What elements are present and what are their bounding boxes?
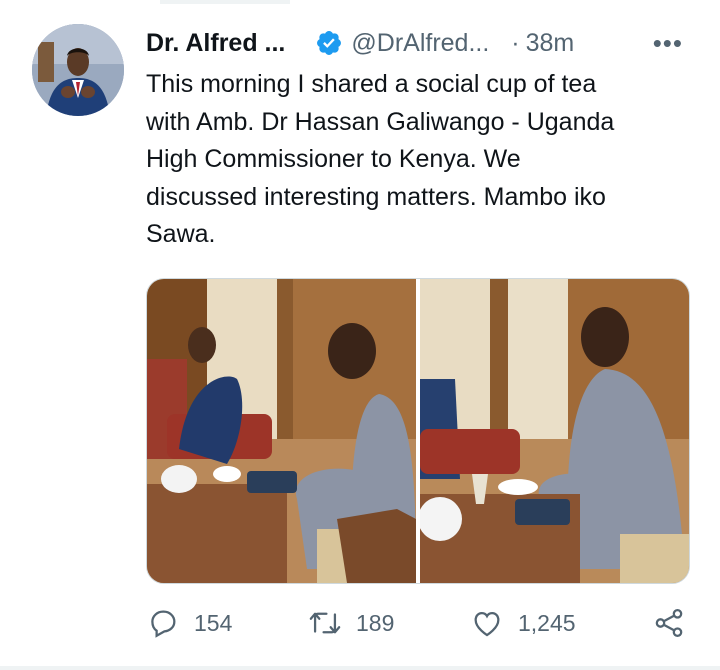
tweet-header: Dr. Alfred ... @DrAlfred... · 38m ••• [146, 24, 691, 62]
photo-right[interactable] [420, 279, 689, 583]
verified-badge-icon [317, 31, 342, 55]
avatar[interactable] [32, 24, 124, 116]
heart-icon [474, 611, 500, 637]
retweet-count: 189 [356, 609, 395, 636]
like-button[interactable]: 1,245 [470, 606, 576, 640]
bottom-divider [0, 666, 720, 670]
action-bar: 154 189 1,245 [146, 606, 691, 646]
reply-icon [151, 610, 176, 638]
like-count: 1,245 [518, 609, 576, 636]
tweet-text: This morning I shared a social cup of te… [146, 70, 615, 248]
more-options-icon[interactable]: ••• [653, 28, 683, 59]
author-handle[interactable]: @DrAlfred... [351, 29, 489, 58]
timestamp[interactable]: 38m [526, 29, 575, 58]
top-divider [160, 0, 290, 4]
author-name[interactable]: Dr. Alfred ... [146, 29, 285, 58]
avatar-photo [32, 24, 124, 116]
retweet-button[interactable]: 189 [308, 606, 394, 640]
share-button[interactable] [652, 606, 686, 640]
separator-dot: · [511, 28, 520, 57]
photo-right-image [420, 279, 689, 583]
retweet-icon [309, 612, 341, 634]
reply-count: 154 [194, 609, 233, 636]
photo-left[interactable] [147, 279, 416, 583]
photo-left-image [147, 279, 416, 583]
reply-button[interactable]: 154 [146, 606, 232, 640]
media-grid [146, 278, 690, 584]
share-icon [655, 608, 683, 638]
